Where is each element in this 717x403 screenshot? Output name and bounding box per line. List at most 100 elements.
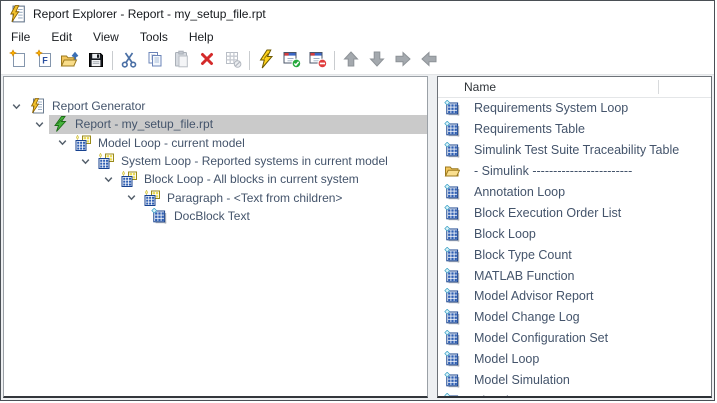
- list-item-label: Model Loop: [474, 352, 540, 367]
- chevron-down-icon[interactable]: [10, 100, 23, 112]
- main-area: Report Generator Report - my_setup_file.r…: [1, 74, 714, 400]
- new-document-f-icon: F: [34, 49, 54, 72]
- chevron-down-icon[interactable]: [56, 137, 69, 149]
- list-item[interactable]: Signal Loop: [438, 390, 711, 396]
- menu-bar: File Edit View Tools Help: [1, 26, 714, 48]
- table-icon: [444, 142, 460, 158]
- new-report-button[interactable]: [6, 49, 31, 72]
- tree-node[interactable]: System Loop - Reported systems in curren…: [95, 152, 427, 170]
- move-left-button: [417, 49, 442, 72]
- report-generator-app-icon: [8, 4, 26, 23]
- save-button[interactable]: [84, 49, 109, 72]
- list-item[interactable]: - Simulink ------------------------: [438, 161, 711, 182]
- svg-text:F: F: [42, 56, 48, 66]
- menu-file[interactable]: File: [2, 27, 42, 47]
- list-item[interactable]: Simulink Test Suite Traceability Table: [438, 140, 711, 161]
- toolbar-separator: [334, 51, 335, 70]
- table-icon: [150, 207, 168, 224]
- move-right-button: [391, 49, 416, 72]
- run-report-button[interactable]: [254, 49, 279, 72]
- outline-tree-panel: Report Generator Report - my_setup_file.r…: [3, 76, 428, 398]
- tree-row-system-loop-reported-systems-in-current-model[interactable]: System Loop - Reported systems in curren…: [4, 152, 427, 170]
- list-item[interactable]: Model Simulation: [438, 370, 711, 391]
- tree-node[interactable]: DocBlock Text: [148, 207, 427, 225]
- menu-edit[interactable]: Edit: [42, 27, 84, 47]
- table-icon: [444, 204, 460, 221]
- list-item[interactable]: Block Type Count: [438, 244, 711, 265]
- chevron-down-icon[interactable]: [125, 192, 138, 204]
- chevron-down-icon[interactable]: [79, 155, 92, 167]
- list-item-label: Block Execution Order List: [474, 205, 622, 220]
- activate-component-button[interactable]: [280, 49, 305, 72]
- lightning-icon: [256, 49, 276, 72]
- menu-tools[interactable]: Tools: [131, 27, 180, 47]
- paste-icon: [171, 49, 191, 72]
- menu-view[interactable]: View: [84, 27, 131, 47]
- chevron-down-icon[interactable]: [33, 118, 46, 130]
- list-item[interactable]: MATLAB Function: [438, 265, 711, 286]
- table-disabled-icon: [223, 49, 243, 72]
- list-item-label: Model Simulation: [474, 373, 570, 388]
- window-title: Report Explorer - Report - my_setup_file…: [33, 6, 266, 21]
- list-item[interactable]: Model Configuration Set: [438, 328, 711, 349]
- arrow-up-icon: [341, 49, 361, 72]
- list-item[interactable]: Requirements System Loop: [438, 98, 711, 119]
- copy-button[interactable]: [143, 49, 168, 72]
- list-item[interactable]: Block Loop: [438, 223, 711, 244]
- toolbar: F: [1, 48, 714, 73]
- list-item[interactable]: Annotation Loop: [438, 182, 711, 203]
- tree-row-paragraph-text-from-children[interactable]: Paragraph - <Text from children>: [4, 188, 427, 206]
- tree-node[interactable]: Model Loop - current model: [72, 134, 427, 152]
- list-item[interactable]: Model Change Log: [438, 307, 711, 328]
- arrow-left-icon: [419, 49, 439, 72]
- column-divider[interactable]: [658, 80, 659, 94]
- new-form-button[interactable]: F: [32, 49, 57, 72]
- tree-node[interactable]: Paragraph - <Text from children>: [141, 188, 427, 206]
- list-item-label: Model Change Log: [474, 310, 580, 325]
- cut-button[interactable]: [117, 49, 142, 72]
- loop-icon: [74, 134, 92, 151]
- list-header: Name: [438, 77, 711, 98]
- list-item[interactable]: Block Execution Order List: [438, 202, 711, 223]
- open-file-button[interactable]: [58, 49, 83, 72]
- list-item-label: Model Advisor Report: [474, 289, 594, 304]
- table-icon: [444, 392, 460, 396]
- list-item[interactable]: Model Advisor Report: [438, 286, 711, 307]
- tree-node-label: Report Generator: [52, 99, 146, 114]
- tree-row-report-my-setup-file-rpt[interactable]: Report - my_setup_file.rpt: [4, 115, 427, 134]
- table-icon: [444, 225, 460, 242]
- delete-button[interactable]: [195, 49, 220, 72]
- tree-row-block-loop-all-blocks-in-current-system[interactable]: Block Loop - All blocks in current syste…: [4, 170, 427, 188]
- list-item-label: Signal Loop: [474, 394, 540, 396]
- list-item-label: Requirements Table: [474, 122, 585, 137]
- tree-node-label: Model Loop - current model: [98, 135, 245, 150]
- save-icon: [86, 49, 106, 72]
- move-down-button: [365, 49, 390, 72]
- menu-help[interactable]: Help: [180, 27, 226, 47]
- toolbar-separator: [112, 51, 113, 70]
- chevron-down-icon[interactable]: [102, 173, 115, 185]
- arrow-right-icon: [393, 49, 413, 72]
- delete-icon: [197, 49, 217, 72]
- folder-icon: [444, 163, 460, 179]
- tree-node[interactable]: Report Generator: [26, 97, 427, 115]
- tree-node[interactable]: Block Loop - All blocks in current syste…: [118, 170, 427, 188]
- table-icon: [444, 372, 460, 388]
- tree-row-report-generator[interactable]: Report Generator: [4, 97, 427, 115]
- list-item[interactable]: Requirements Table: [438, 119, 711, 140]
- table-icon: [444, 267, 460, 284]
- tree-row-model-loop-current-model[interactable]: Model Loop - current model: [4, 134, 427, 152]
- list-item-label: Requirements System Loop: [474, 101, 629, 116]
- name-column-header[interactable]: Name: [464, 80, 496, 94]
- tree-node[interactable]: Report - my_setup_file.rpt: [49, 115, 427, 134]
- tree-node-label: Paragraph - <Text from children>: [167, 190, 343, 205]
- deactivate-component-button[interactable]: [306, 49, 331, 72]
- move-up-button: [339, 49, 364, 72]
- list-item[interactable]: Model Loop: [438, 349, 711, 370]
- tree-row-docblock-text[interactable]: DocBlock Text: [4, 207, 427, 225]
